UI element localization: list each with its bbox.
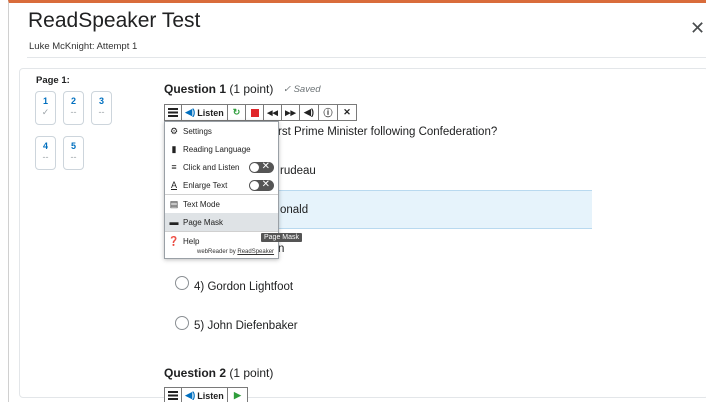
click-listen-icon: ≡ [171, 162, 177, 172]
answer-2-text: onald [280, 204, 309, 216]
answer-4-label: 4) Gordon Lightfoot [194, 281, 293, 293]
header-divider [27, 57, 706, 58]
menu-item-enlarge-text[interactable]: A Enlarge Text ✕ [165, 176, 278, 194]
question-nav-5[interactable]: 5 -- [63, 136, 84, 170]
answer-5-radio[interactable] [175, 316, 189, 330]
menu-item-settings[interactable]: ⚙ Settings [165, 122, 278, 140]
play-icon[interactable]: ▶ [228, 388, 247, 402]
info-icon[interactable]: ⓘ [319, 105, 338, 120]
menu-item-label: Page Mask [183, 217, 224, 227]
menu-item-label: Enlarge Text [183, 180, 228, 190]
listen-label: Listen [197, 107, 224, 118]
question-nav-number: 3 [98, 96, 104, 106]
question-nav-status: -- [98, 107, 105, 117]
menu-item-label: Settings [183, 126, 212, 136]
answer-1-text: rudeau [280, 165, 316, 177]
listen-button[interactable]: ◀) Listen [182, 105, 228, 120]
quiz-panel [19, 68, 706, 398]
readspeaker-footer: webReader by ReadSpeaker [197, 249, 274, 255]
menu-icon[interactable] [165, 105, 182, 120]
attempt-subtitle: Luke McKnight: Attempt 1 [29, 41, 138, 52]
stop-icon[interactable] [246, 105, 264, 120]
answer-5-number: 5) [194, 320, 205, 332]
menu-item-reading-language[interactable]: ▮ Reading Language [165, 140, 278, 158]
question-1-text: rst Prime Minister following Confederati… [278, 126, 498, 138]
enlarge-text-icon: A [170, 180, 177, 190]
menu-item-label: Help [183, 236, 200, 246]
question-nav-number: 2 [70, 96, 76, 106]
rewind-icon[interactable]: ◀◀ [264, 105, 282, 120]
close-toolbar-icon[interactable]: ✕ [338, 105, 356, 120]
listen-label: Listen [197, 390, 224, 401]
help-icon: ❓ [168, 235, 180, 246]
speaker-icon: ◀) [185, 390, 196, 400]
page-mask-tooltip: Page Mask [261, 233, 303, 242]
question-nav-number: 4 [42, 141, 48, 151]
text-mode-icon: ▤ [169, 198, 179, 209]
question-2-label: Question 2 [164, 366, 227, 380]
saved-status: ✓ Saved [283, 84, 321, 95]
readspeaker-link[interactable]: ReadSpeaker [237, 249, 274, 255]
enlarge-text-toggle[interactable]: ✕ [249, 179, 274, 191]
close-icon[interactable]: ✕ [690, 19, 705, 37]
menu-item-label: Reading Language [183, 144, 251, 154]
click-listen-toggle[interactable]: ✕ [249, 161, 274, 173]
question-nav-4[interactable]: 4 -- [35, 136, 56, 170]
question-2-points: (1 point) [229, 366, 274, 380]
speaker-icon: ◀) [185, 107, 196, 117]
listen-button[interactable]: ◀) Listen [182, 388, 228, 402]
question-1-points: (1 point) [229, 82, 274, 96]
menu-item-label: Text Mode [183, 199, 220, 209]
answer-4-number: 4) [194, 281, 205, 293]
readspeaker-toolbar: ◀) Listen ↻ ◀◀ ▶▶ ◀) ⓘ ✕ [164, 104, 357, 121]
menu-item-label: Click and Listen [183, 162, 240, 172]
answer-4-radio[interactable] [175, 276, 189, 290]
question-nav-number: 1 [42, 96, 48, 106]
question-nav-status: ✓ [41, 107, 50, 117]
question-1-label: Question 1 [164, 82, 227, 96]
volume-icon[interactable]: ◀) [300, 105, 319, 120]
menu-item-text-mode[interactable]: ▤ Text Mode [165, 195, 278, 213]
forward-icon[interactable]: ▶▶ [282, 105, 300, 120]
page-mask-icon: ▬ [169, 217, 179, 227]
page-title: ReadSpeaker Test [28, 9, 201, 32]
question-nav-status: -- [42, 152, 49, 162]
question-nav-2[interactable]: 2 -- [63, 91, 84, 125]
language-icon: ▮ [171, 143, 177, 154]
menu-item-click-and-listen[interactable]: ≡ Click and Listen ✕ [165, 158, 278, 176]
question-nav-status: -- [70, 107, 77, 117]
question-1-heading: Question 1 (1 point) [164, 82, 273, 96]
page-label: Page 1: [36, 75, 70, 86]
answer-5-text: John Diefenbaker [207, 320, 298, 332]
footer-prefix: webReader by [197, 249, 238, 255]
question-nav-1[interactable]: 1 ✓ [35, 91, 56, 125]
menu-item-page-mask[interactable]: ▬ Page Mask [165, 213, 278, 231]
question-2-heading: Question 2 (1 point) [164, 366, 273, 380]
readspeaker-toolbar-q2: ◀) Listen ▶ [164, 387, 248, 402]
question-nav-number: 5 [70, 141, 76, 151]
gear-icon: ⚙ [169, 125, 179, 136]
question-nav-3[interactable]: 3 -- [91, 91, 112, 125]
restart-icon[interactable]: ↻ [228, 105, 246, 120]
question-nav-status: -- [70, 152, 77, 162]
answer-5-label: 5) John Diefenbaker [194, 320, 298, 332]
answer-4-text: Gordon Lightfoot [207, 281, 294, 293]
menu-icon[interactable] [165, 388, 182, 402]
